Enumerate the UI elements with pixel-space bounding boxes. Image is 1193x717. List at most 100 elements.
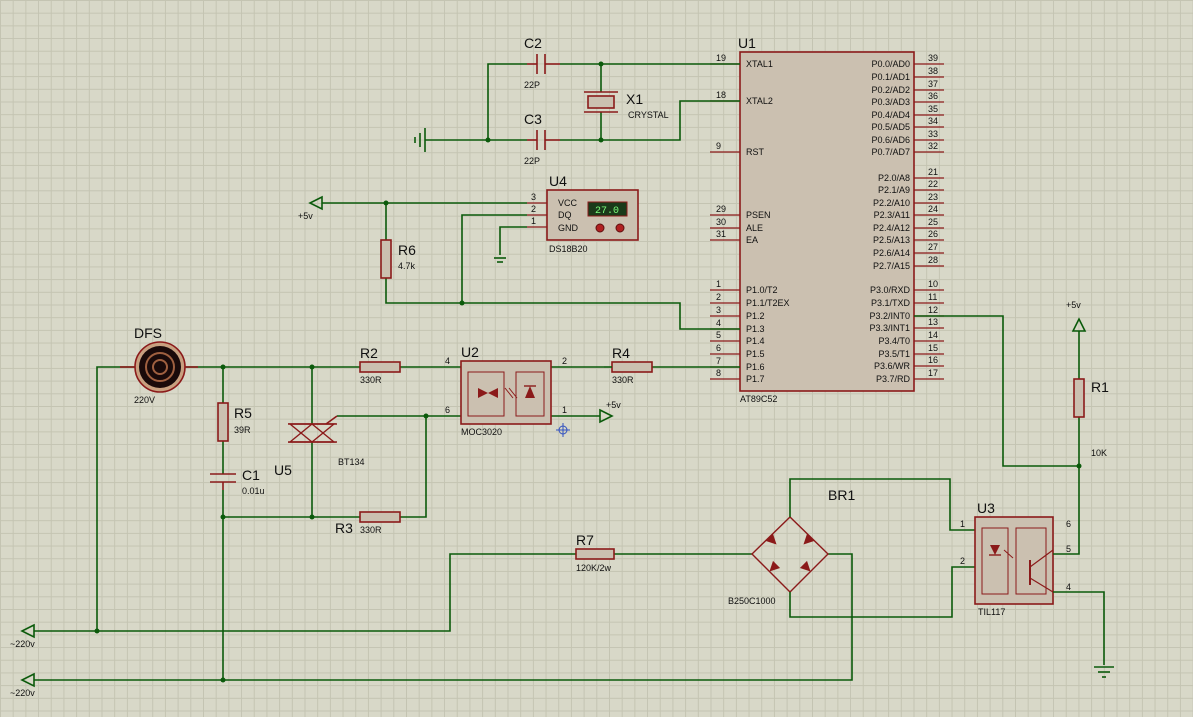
r1-ref: R1	[1091, 379, 1109, 395]
r2-value: 330R	[360, 375, 382, 385]
svg-text:1: 1	[960, 519, 965, 529]
u5-ref: U5	[274, 462, 292, 478]
u1-pin-name: P3.5/T1	[878, 349, 910, 359]
r6-ref: R6	[398, 242, 416, 258]
u1-pin-name: P1.6	[746, 362, 765, 372]
u3-optocoupler[interactable]: 1 2 6 5 4 U3 TIL117	[960, 500, 1071, 617]
dfs-motor[interactable]: DFS 220V	[120, 325, 198, 405]
u1-pin-name: P3.3/INT1	[869, 323, 910, 333]
u1-pin-name: P0.7/AD7	[871, 147, 910, 157]
r1-value: 10K	[1091, 448, 1107, 458]
u1-pin-number: 37	[928, 79, 938, 89]
u1-microcontroller[interactable]: U1 AT89C52 19XTAL118XTAL29RST29PSEN30ALE…	[710, 35, 944, 404]
u1-pin-number: 17	[928, 368, 938, 378]
u1-pin-number: 8	[716, 368, 721, 378]
u4-ref: U4	[549, 173, 567, 189]
u1-pin-number: 4	[716, 318, 721, 328]
ac-label-2: ~220v	[10, 688, 35, 698]
u1-pin-name: P3.1/TXD	[871, 298, 911, 308]
u1-pin-number: 15	[928, 343, 938, 353]
r7-resistor[interactable]: R7 120K/2w	[575, 532, 615, 573]
u1-pin-number: 38	[928, 66, 938, 76]
u1-pin-name: P0.0/AD0	[871, 59, 910, 69]
svg-text:4: 4	[1066, 582, 1071, 592]
u1-pin-name: P3.7/RD	[876, 374, 911, 384]
u4-part: DS18B20	[549, 244, 588, 254]
u5-triac[interactable]: U5 BT134	[274, 415, 365, 478]
crystal-circuit	[414, 61, 740, 152]
u1-pin-name: P1.2	[746, 311, 765, 321]
u4-temperature-sensor[interactable]: 27.0 3 2 1 VCC DQ GND U4 DS18B20	[527, 173, 639, 254]
u1-pin-number: 7	[716, 356, 721, 366]
u1-pin-number: 36	[928, 91, 938, 101]
r3-resistor[interactable]: R3 330R	[335, 511, 401, 536]
svg-text:6: 6	[1066, 519, 1071, 529]
vcc-label-2: +5v	[606, 400, 621, 410]
u1-pin-number: 5	[716, 330, 721, 340]
br1-wiring	[789, 478, 975, 618]
u4-display: 27.0	[595, 206, 619, 217]
u2-part: MOC3020	[461, 427, 502, 437]
u1-pin-name: P2.0/A8	[878, 173, 910, 183]
u1-pin-name: P2.7/A15	[873, 261, 910, 271]
c3-ref: C3	[524, 111, 542, 127]
u1-pin-number: 19	[716, 53, 726, 63]
r7-value: 120K/2w	[576, 563, 612, 573]
u1-pin-number: 28	[928, 255, 938, 265]
u1-pin-number: 1	[716, 279, 721, 289]
u4-wiring: +5v	[298, 195, 740, 330]
u1-pin-number: 11	[928, 292, 937, 302]
u2-optotriac[interactable]: 4 6 2 1 U2 MOC3020	[445, 344, 567, 437]
u1-pin-number: 12	[928, 305, 938, 315]
dfs-value: 220V	[134, 395, 155, 405]
u1-pin-name: P2.4/A12	[873, 223, 910, 233]
u1-pin-number: 14	[928, 330, 938, 340]
c2-capacitor[interactable]: C2 22P	[524, 35, 560, 90]
x1-ref: X1	[626, 91, 643, 107]
r6-resistor[interactable]: R6 4.7k	[380, 239, 416, 279]
ac-label-1: ~220v	[10, 639, 35, 649]
u3-wiring: +5v	[914, 300, 1114, 678]
u1-pin-name: P3.0/RXD	[870, 285, 911, 295]
r5-resistor[interactable]: R5 39R	[217, 402, 252, 442]
svg-text:VCC: VCC	[558, 198, 578, 208]
x1-value: CRYSTAL	[628, 110, 669, 120]
u1-pin-name: P2.5/A13	[873, 235, 910, 245]
u1-pin-number: 23	[928, 192, 938, 202]
br1-ref: BR1	[828, 487, 855, 503]
u1-pin-name: EA	[746, 235, 758, 245]
u1-pin-number: 6	[716, 343, 721, 353]
u1-pin-number: 29	[716, 204, 726, 214]
u1-pin-name: P1.3	[746, 324, 765, 334]
svg-text:DQ: DQ	[558, 210, 572, 220]
u1-pin-number: 33	[928, 129, 938, 139]
u1-pin-number: 9	[716, 141, 721, 151]
x1-crystal[interactable]: X1 CRYSTAL	[584, 91, 669, 120]
u1-pin-name: P0.6/AD6	[871, 135, 910, 145]
vcc-label-3: +5v	[1066, 300, 1081, 310]
u1-pin-name: P1.5	[746, 349, 765, 359]
br1-bridge-rectifier[interactable]: BR1 B250C1000	[728, 487, 855, 606]
u1-pin-number: 3	[716, 305, 721, 315]
schematic-canvas: U1 AT89C52 19 XTAL1 18 XTAL2 9 RST 29 PSEN 30 ALE…	[0, 0, 1193, 717]
c3-capacitor[interactable]: C3 22P	[524, 111, 560, 166]
u1-pin-name: P0.2/AD2	[871, 85, 910, 95]
u1-pin-name: P0.1/AD1	[871, 72, 910, 82]
c3-value: 22P	[524, 156, 540, 166]
u1-pin-number: 24	[928, 204, 938, 214]
u1-pin-name: XTAL1	[746, 59, 773, 69]
u3-part: TIL117	[978, 607, 1005, 617]
c1-capacitor[interactable]: C1 0.01u	[210, 467, 265, 496]
svg-text:2: 2	[531, 204, 536, 214]
r2-resistor[interactable]: R2 330R	[359, 345, 401, 385]
u1-pin-number: 10	[928, 279, 938, 289]
u1-ref: U1	[738, 35, 756, 51]
u1-pin-name: P1.4	[746, 336, 765, 346]
svg-text:2: 2	[562, 356, 567, 366]
dfs-ref: DFS	[134, 325, 162, 341]
svg-text:1: 1	[562, 405, 567, 415]
c2-value: 22P	[524, 80, 540, 90]
svg-text:4: 4	[445, 356, 450, 366]
u1-pin-number: 27	[928, 242, 938, 252]
r4-resistor[interactable]: R4 330R	[604, 345, 653, 385]
